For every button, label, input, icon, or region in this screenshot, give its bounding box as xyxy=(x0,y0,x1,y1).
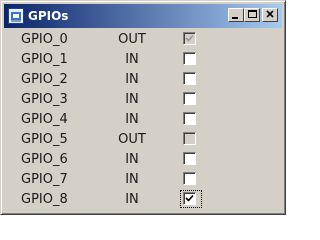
gpio-name: GPIO_2 xyxy=(21,72,68,87)
close-button[interactable] xyxy=(262,8,278,22)
close-icon xyxy=(266,10,274,18)
app-icon[interactable] xyxy=(8,8,24,24)
title-bar[interactable]: GPIOs xyxy=(4,4,282,28)
gpio-row: GPIO_2 IN xyxy=(5,70,282,90)
gpio-list: GPIO_0 OUT GPIO_1 IN GPIO_2 IN GPIO_3 IN GPIO_4 I… xyxy=(5,30,282,211)
gpio-value-checkbox[interactable] xyxy=(183,52,196,65)
gpio-row: GPIO_8 IN xyxy=(5,190,282,210)
gpio-row: GPIO_5 OUT xyxy=(5,130,282,150)
gpio-value-checkbox[interactable] xyxy=(183,72,196,85)
gpio-value-checkbox[interactable] xyxy=(183,112,196,125)
gpio-name: GPIO_3 xyxy=(21,92,68,107)
gpio-direction: IN xyxy=(125,72,139,87)
gpio-direction: IN xyxy=(125,112,139,127)
window-title: GPIOs xyxy=(28,9,69,23)
gpio-value-checkbox xyxy=(183,32,196,45)
gpio-name: GPIO_7 xyxy=(21,172,68,187)
checkmark-icon xyxy=(185,194,194,202)
gpio-window: GPIOs GPIO_0 OUT GPIO_1 IN GPIO_2 IN GPIO_3 IN G… xyxy=(0,0,286,215)
gpio-value-checkbox[interactable] xyxy=(183,172,196,185)
gpio-value-checkbox xyxy=(183,132,196,145)
gpio-direction: OUT xyxy=(118,32,146,47)
minimize-icon xyxy=(232,17,238,19)
maximize-button[interactable] xyxy=(244,8,260,22)
gpio-direction: IN xyxy=(125,92,139,107)
gpio-name: GPIO_1 xyxy=(21,52,68,67)
gpio-row: GPIO_1 IN xyxy=(5,50,282,70)
gpio-value-checkbox[interactable] xyxy=(183,192,196,205)
gpio-direction: IN xyxy=(125,172,139,187)
gpio-row: GPIO_0 OUT xyxy=(5,30,282,50)
gpio-value-checkbox[interactable] xyxy=(183,152,196,165)
checkmark-icon xyxy=(185,34,194,42)
gpio-direction: OUT xyxy=(118,132,146,147)
maximize-icon xyxy=(248,10,257,18)
gpio-row: GPIO_7 IN xyxy=(5,170,282,190)
gpio-row: GPIO_4 IN xyxy=(5,110,282,130)
gpio-name: GPIO_4 xyxy=(21,112,68,127)
minimize-button[interactable] xyxy=(228,8,244,22)
gpio-direction: IN xyxy=(125,152,139,167)
gpio-value-checkbox[interactable] xyxy=(183,92,196,105)
gpio-name: GPIO_8 xyxy=(21,192,68,207)
gpio-direction: IN xyxy=(125,52,139,67)
gpio-name: GPIO_0 xyxy=(21,32,68,47)
gpio-name: GPIO_5 xyxy=(21,132,68,147)
gpio-name: GPIO_6 xyxy=(21,152,68,167)
gpio-row: GPIO_6 IN xyxy=(5,150,282,170)
gpio-row: GPIO_3 IN xyxy=(5,90,282,110)
gpio-direction: IN xyxy=(125,192,139,207)
